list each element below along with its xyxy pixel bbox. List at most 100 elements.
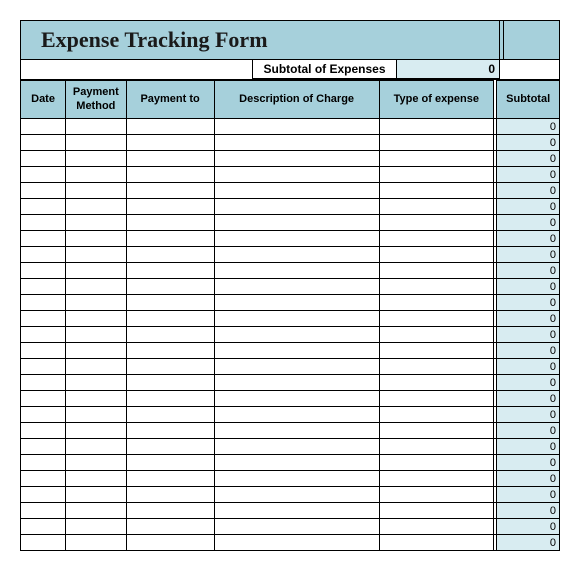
- cell-method[interactable]: [66, 311, 127, 327]
- cell-method[interactable]: [66, 247, 127, 263]
- cell-date[interactable]: [21, 375, 66, 391]
- cell-method[interactable]: [66, 119, 127, 135]
- cell-type[interactable]: [379, 375, 493, 391]
- cell-type[interactable]: [379, 359, 493, 375]
- cell-payto[interactable]: [126, 535, 214, 551]
- cell-type[interactable]: [379, 183, 493, 199]
- cell-date[interactable]: [21, 199, 66, 215]
- cell-date[interactable]: [21, 471, 66, 487]
- cell-date[interactable]: [21, 503, 66, 519]
- cell-method[interactable]: [66, 503, 127, 519]
- cell-method[interactable]: [66, 199, 127, 215]
- cell-desc[interactable]: [214, 119, 379, 135]
- cell-method[interactable]: [66, 391, 127, 407]
- cell-payto[interactable]: [126, 455, 214, 471]
- cell-payto[interactable]: [126, 375, 214, 391]
- cell-type[interactable]: [379, 135, 493, 151]
- cell-date[interactable]: [21, 407, 66, 423]
- cell-desc[interactable]: [214, 423, 379, 439]
- cell-desc[interactable]: [214, 311, 379, 327]
- cell-payto[interactable]: [126, 471, 214, 487]
- cell-date[interactable]: [21, 151, 66, 167]
- cell-type[interactable]: [379, 151, 493, 167]
- cell-date[interactable]: [21, 247, 66, 263]
- cell-method[interactable]: [66, 183, 127, 199]
- cell-date[interactable]: [21, 455, 66, 471]
- cell-type[interactable]: [379, 503, 493, 519]
- cell-desc[interactable]: [214, 535, 379, 551]
- cell-desc[interactable]: [214, 359, 379, 375]
- cell-date[interactable]: [21, 183, 66, 199]
- cell-desc[interactable]: [214, 503, 379, 519]
- cell-type[interactable]: [379, 231, 493, 247]
- cell-method[interactable]: [66, 343, 127, 359]
- cell-method[interactable]: [66, 327, 127, 343]
- cell-desc[interactable]: [214, 391, 379, 407]
- cell-payto[interactable]: [126, 167, 214, 183]
- cell-method[interactable]: [66, 375, 127, 391]
- cell-type[interactable]: [379, 535, 493, 551]
- cell-date[interactable]: [21, 423, 66, 439]
- cell-type[interactable]: [379, 439, 493, 455]
- cell-method[interactable]: [66, 439, 127, 455]
- cell-desc[interactable]: [214, 519, 379, 535]
- cell-desc[interactable]: [214, 263, 379, 279]
- cell-payto[interactable]: [126, 295, 214, 311]
- cell-date[interactable]: [21, 311, 66, 327]
- cell-desc[interactable]: [214, 167, 379, 183]
- cell-method[interactable]: [66, 167, 127, 183]
- cell-date[interactable]: [21, 535, 66, 551]
- cell-method[interactable]: [66, 471, 127, 487]
- cell-payto[interactable]: [126, 183, 214, 199]
- cell-method[interactable]: [66, 231, 127, 247]
- cell-method[interactable]: [66, 423, 127, 439]
- cell-payto[interactable]: [126, 119, 214, 135]
- cell-desc[interactable]: [214, 295, 379, 311]
- cell-method[interactable]: [66, 407, 127, 423]
- cell-method[interactable]: [66, 135, 127, 151]
- cell-type[interactable]: [379, 471, 493, 487]
- cell-method[interactable]: [66, 215, 127, 231]
- cell-desc[interactable]: [214, 439, 379, 455]
- cell-desc[interactable]: [214, 215, 379, 231]
- cell-desc[interactable]: [214, 455, 379, 471]
- cell-payto[interactable]: [126, 487, 214, 503]
- cell-type[interactable]: [379, 295, 493, 311]
- cell-payto[interactable]: [126, 519, 214, 535]
- cell-type[interactable]: [379, 327, 493, 343]
- cell-desc[interactable]: [214, 279, 379, 295]
- cell-type[interactable]: [379, 407, 493, 423]
- cell-payto[interactable]: [126, 311, 214, 327]
- cell-type[interactable]: [379, 391, 493, 407]
- cell-payto[interactable]: [126, 359, 214, 375]
- cell-payto[interactable]: [126, 343, 214, 359]
- cell-type[interactable]: [379, 119, 493, 135]
- cell-date[interactable]: [21, 119, 66, 135]
- cell-desc[interactable]: [214, 375, 379, 391]
- cell-payto[interactable]: [126, 231, 214, 247]
- cell-method[interactable]: [66, 279, 127, 295]
- cell-date[interactable]: [21, 263, 66, 279]
- cell-date[interactable]: [21, 327, 66, 343]
- cell-date[interactable]: [21, 295, 66, 311]
- cell-desc[interactable]: [214, 247, 379, 263]
- cell-type[interactable]: [379, 311, 493, 327]
- cell-method[interactable]: [66, 359, 127, 375]
- cell-method[interactable]: [66, 487, 127, 503]
- cell-payto[interactable]: [126, 199, 214, 215]
- cell-type[interactable]: [379, 215, 493, 231]
- cell-desc[interactable]: [214, 151, 379, 167]
- cell-desc[interactable]: [214, 487, 379, 503]
- cell-payto[interactable]: [126, 215, 214, 231]
- cell-method[interactable]: [66, 151, 127, 167]
- cell-date[interactable]: [21, 231, 66, 247]
- cell-desc[interactable]: [214, 135, 379, 151]
- cell-method[interactable]: [66, 295, 127, 311]
- cell-type[interactable]: [379, 279, 493, 295]
- cell-payto[interactable]: [126, 247, 214, 263]
- cell-payto[interactable]: [126, 135, 214, 151]
- cell-type[interactable]: [379, 455, 493, 471]
- cell-date[interactable]: [21, 167, 66, 183]
- cell-date[interactable]: [21, 343, 66, 359]
- cell-date[interactable]: [21, 279, 66, 295]
